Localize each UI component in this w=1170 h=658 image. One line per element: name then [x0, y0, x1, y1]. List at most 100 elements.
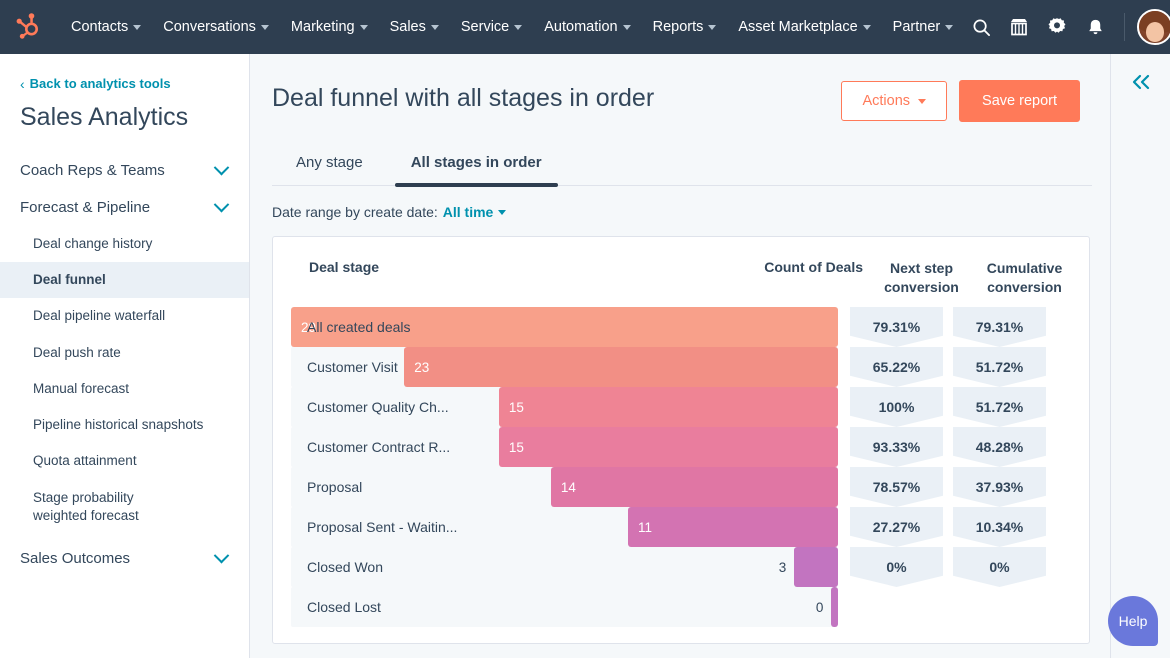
sidebar: ‹ Back to analytics tools Sales Analytic… — [0, 54, 250, 658]
funnel-row[interactable]: 14Proposal78.57%37.93% — [291, 467, 1071, 507]
chevron-down-icon — [918, 99, 926, 104]
funnel-bar-value: 23 — [404, 360, 429, 375]
funnel-bar-track: 11 Proposal Sent - Waitin... — [291, 507, 838, 547]
nav-item-asset-marketplace[interactable]: Asset Marketplace — [727, 13, 881, 41]
sidebar-item-pipeline-historical-snapshots[interactable]: Pipeline historical snapshots — [0, 407, 249, 443]
nav-label: Sales — [390, 19, 426, 35]
nav-item-contacts[interactable]: Contacts — [60, 13, 152, 41]
nav-label: Partner — [893, 19, 941, 35]
funnel-row[interactable]: 15Customer Contract R...93.33%48.28% — [291, 427, 1071, 467]
chevron-down-icon — [214, 197, 230, 213]
nav-label: Automation — [544, 19, 617, 35]
funnel-row[interactable]: 15Customer Quality Ch... 100%51.72% — [291, 387, 1071, 427]
hubspot-sprocket-logo[interactable] — [12, 10, 46, 44]
sidebar-group-sales-outcomes[interactable]: Sales Outcomes — [0, 540, 249, 577]
funnel-row[interactable]: 23 Customer Visit 65.22%51.72% — [291, 347, 1071, 387]
column-header-count-of-deals: Count of Deals — [735, 259, 865, 275]
cumulative-conversion-badge: 51.72% — [953, 387, 1046, 427]
funnel-stage-label: Customer Visit — [307, 347, 398, 387]
cumulative-conversion-badge: 37.93% — [953, 467, 1046, 507]
funnel-row[interactable]: 3Closed Won0%0% — [291, 547, 1071, 587]
chevron-down-icon — [133, 25, 141, 30]
marketplace-icon[interactable] — [1002, 10, 1036, 44]
nav-label: Marketing — [291, 19, 355, 35]
chevron-down-icon — [214, 160, 230, 176]
nav-item-automation[interactable]: Automation — [533, 13, 641, 41]
date-range-label: Date range by create date: — [272, 204, 438, 220]
funnel-stage-label: Closed Won — [307, 547, 383, 587]
nav-item-sales[interactable]: Sales — [379, 13, 450, 41]
funnel-bar-value: 3 — [779, 560, 787, 575]
sidebar-item-quota-attainment[interactable]: Quota attainment — [0, 443, 249, 479]
chevron-down-icon — [945, 25, 953, 30]
next-step-conversion-badge: 100% — [850, 387, 943, 427]
cumulative-conversion-badge: 51.72% — [953, 347, 1046, 387]
nav-item-partner[interactable]: Partner — [882, 13, 965, 41]
nav-item-reports[interactable]: Reports — [642, 13, 728, 41]
funnel-bar[interactable]: 14 — [551, 467, 838, 507]
next-step-conversion-badge: 27.27% — [850, 507, 943, 547]
sidebar-item-manual-forecast[interactable]: Manual forecast — [0, 371, 249, 407]
sidebar-title: Sales Analytics — [0, 91, 249, 152]
nav-utility-group — [964, 9, 1170, 45]
main-menu: Contacts Conversations Marketing Sales S… — [60, 13, 964, 41]
main-content: Deal funnel with all stages in order Act… — [250, 54, 1110, 658]
tab-all-stages-in-order[interactable]: All stages in order — [387, 144, 566, 185]
header-button-group: Actions Save report — [841, 76, 1080, 122]
sidebar-item-deal-change-history[interactable]: Deal change history — [0, 226, 249, 262]
funnel-bar[interactable]: 15 — [499, 387, 838, 427]
back-link-label: Back to analytics tools — [30, 76, 171, 91]
gear-icon[interactable] — [1040, 10, 1074, 44]
funnel-bar[interactable]: 11 — [628, 507, 838, 547]
funnel-row[interactable]: 29All created deals79.31%79.31% — [291, 307, 1071, 347]
funnel-row[interactable]: 11Proposal Sent - Waitin...27.27%10.34% — [291, 507, 1071, 547]
help-button[interactable]: Help — [1108, 596, 1158, 646]
chevron-down-icon — [708, 25, 716, 30]
chevron-down-icon — [431, 25, 439, 30]
search-icon[interactable] — [964, 10, 998, 44]
cumulative-conversion-badge: 48.28% — [953, 427, 1046, 467]
date-range-value[interactable]: All time — [443, 204, 494, 220]
funnel-bar[interactable]: 3 — [794, 547, 838, 587]
funnel-row[interactable]: 0 Closed Lost — [291, 587, 1071, 627]
save-report-button[interactable]: Save report — [959, 80, 1080, 122]
funnel-bar-value: 0 — [816, 600, 824, 615]
nav-item-marketing[interactable]: Marketing — [280, 13, 379, 41]
page-title: Deal funnel with all stages in order — [272, 76, 654, 113]
actions-button[interactable]: Actions — [841, 81, 947, 121]
chevron-down-icon[interactable] — [498, 210, 506, 215]
funnel-stage-label: Customer Contract R... — [307, 427, 450, 467]
funnel-bar[interactable]: 15 — [499, 427, 838, 467]
sidebar-group-forecast-pipeline[interactable]: Forecast & Pipeline — [0, 189, 249, 226]
funnel-bar[interactable]: 23 — [404, 347, 838, 387]
avatar[interactable] — [1137, 9, 1170, 45]
funnel-stage-label: Proposal Sent - Waitin... — [307, 507, 457, 547]
sidebar-group-label: Coach Reps & Teams — [20, 162, 165, 179]
back-to-analytics-tools-link[interactable]: ‹ Back to analytics tools — [0, 68, 249, 91]
funnel-bar-track: 3 Closed Won — [291, 547, 838, 587]
chevron-down-icon — [863, 25, 871, 30]
sidebar-item-deal-pipeline-waterfall[interactable]: Deal pipeline waterfall — [0, 298, 249, 334]
tab-any-stage[interactable]: Any stage — [272, 144, 387, 185]
next-step-conversion-badge: 65.22% — [850, 347, 943, 387]
sidebar-item-deal-push-rate[interactable]: Deal push rate — [0, 335, 249, 371]
chevron-left-icon: ‹ — [20, 77, 25, 91]
page-body: ‹ Back to analytics tools Sales Analytic… — [0, 54, 1170, 658]
double-chevron-left-icon[interactable] — [1111, 54, 1170, 92]
funnel-bar-track: 15Customer Quality Ch... — [291, 387, 838, 427]
funnel-bar[interactable]: 0 — [831, 587, 838, 627]
top-navigation-bar: Contacts Conversations Marketing Sales S… — [0, 0, 1170, 54]
nav-item-service[interactable]: Service — [450, 13, 533, 41]
next-step-conversion-badge: 78.57% — [850, 467, 943, 507]
bell-icon[interactable] — [1078, 10, 1112, 44]
column-header-deal-stage: Deal stage — [309, 259, 735, 275]
nav-label: Contacts — [71, 19, 128, 35]
nav-item-conversations[interactable]: Conversations — [152, 13, 280, 41]
cumulative-conversion-badge: 79.31% — [953, 307, 1046, 347]
nav-label: Reports — [653, 19, 704, 35]
chevron-down-icon — [261, 25, 269, 30]
sidebar-item-deal-funnel[interactable]: Deal funnel — [0, 262, 249, 298]
sidebar-group-coach-reps-teams[interactable]: Coach Reps & Teams — [0, 152, 249, 189]
funnel-stage-label: Closed Lost — [307, 587, 381, 627]
sidebar-item-stage-probability-weighted-forecast[interactable]: Stage probability weighted forecast — [0, 480, 190, 534]
